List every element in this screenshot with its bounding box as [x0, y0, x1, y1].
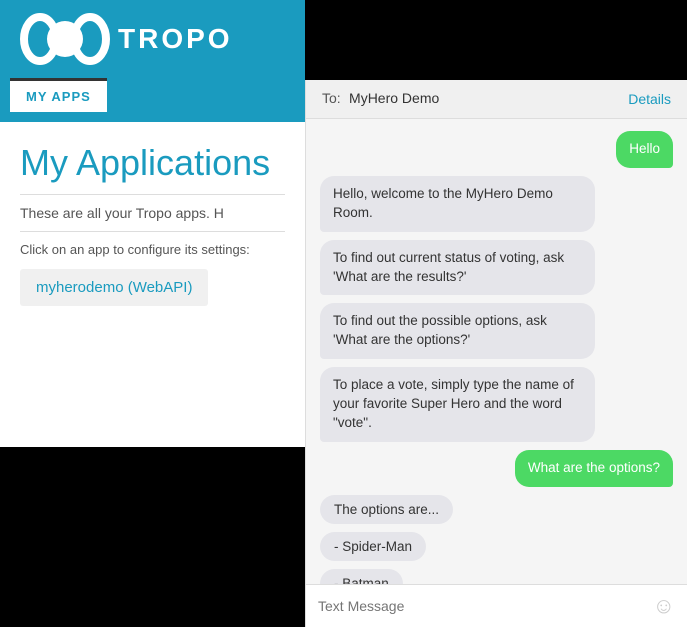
message-bubble: To find out current status of voting, as…: [320, 240, 595, 296]
left-panel: TROPO MY APPS My Applications These are …: [0, 0, 305, 627]
to-prefix: To:: [322, 90, 341, 106]
emoji-button[interactable]: ☺: [653, 593, 675, 619]
chat-text-input[interactable]: [318, 598, 645, 614]
chat-input-bar: ☺: [306, 584, 687, 627]
settings-label: Click on an app to configure its setting…: [20, 242, 285, 257]
left-bottom-black: [0, 447, 305, 627]
logo-icon: [20, 11, 110, 67]
message-bubble: Hello: [616, 131, 673, 168]
app-item[interactable]: myherodemo (WebAPI): [20, 269, 208, 306]
chat-header: To: MyHero Demo Details: [306, 80, 687, 119]
message-bubble: The options are...: [320, 495, 453, 524]
brand-name: TROPO: [118, 23, 233, 55]
tropo-logo: TROPO: [20, 11, 233, 67]
my-apps-nav-button[interactable]: MY APPS: [10, 78, 107, 112]
message-bubble: What are the options?: [515, 450, 673, 487]
chat-to-label: To: MyHero Demo: [322, 90, 439, 108]
message-bubble: - Batman: [320, 569, 403, 584]
chat-details-link[interactable]: Details: [628, 91, 671, 107]
divider-1: [20, 194, 285, 195]
chat-recipient: MyHero Demo: [345, 90, 439, 106]
page-title: My Applications: [20, 142, 285, 184]
divider-2: [20, 231, 285, 232]
message-bubble: - Spider-Man: [320, 532, 426, 561]
nav-bar: MY APPS: [0, 78, 305, 122]
message-bubble: To find out the possible options, ask 'W…: [320, 303, 595, 359]
messages-list: Hello Hello, welcome to the MyHero Demo R…: [306, 119, 687, 584]
left-content: My Applications These are all your Tropo…: [0, 122, 305, 447]
message-bubble: To place a vote, simply type the name of…: [320, 367, 595, 442]
chat-panel: To: MyHero Demo Details Hello Hello, welc…: [305, 80, 687, 627]
subtitle-text: These are all your Tropo apps. H: [20, 205, 285, 221]
message-bubble: Hello, welcome to the MyHero Demo Room.: [320, 176, 595, 232]
app-header: TROPO: [0, 0, 305, 78]
